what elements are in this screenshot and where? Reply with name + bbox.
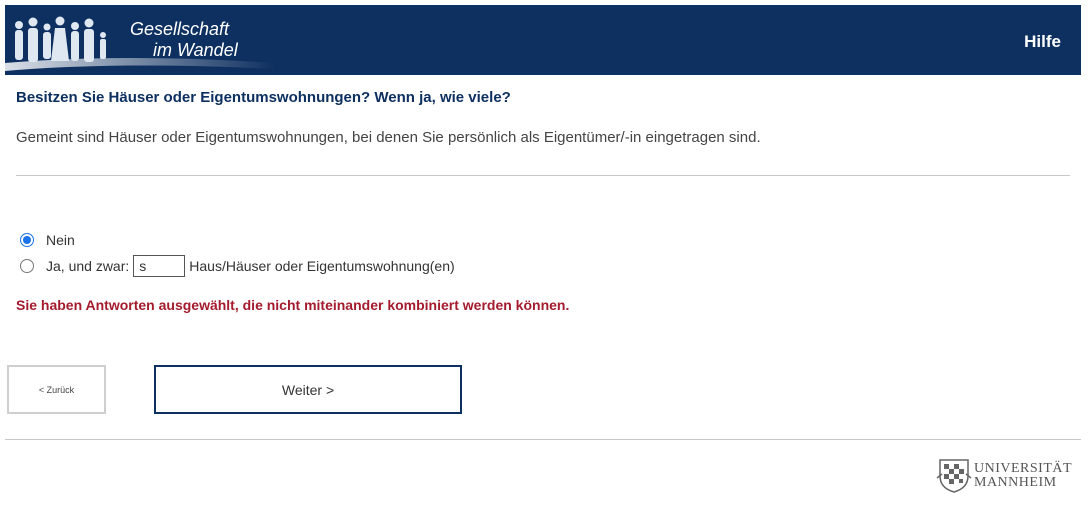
logo-line2: im Wandel [153,40,238,60]
university-logo: UNIVERSITÄT MANNHEIM [936,456,1082,496]
error-message: Sie haben Antworten ausgewählt, die nich… [16,297,570,313]
help-link[interactable]: Hilfe [1024,32,1061,52]
logo-title: Gesellschaft im Wandel [125,19,238,61]
university-name: UNIVERSITÄT MANNHEIM [974,462,1072,490]
university-seal-icon [936,459,972,493]
next-button[interactable]: Weiter > [154,365,462,414]
question-instruction: Gemeint sind Häuser oder Eigentumswohnun… [16,129,761,146]
option-ja-suffix: Haus/Häuser oder Eigentumswohnung(en) [189,258,455,274]
logo-line1: Gesellschaft [130,19,230,39]
university-line2: MANNHEIM [974,475,1057,490]
question-title: Besitzen Sie Häuser oder Eigentumswohnun… [16,89,511,106]
option-nein-label: Nein [46,232,75,248]
option-nein[interactable]: Nein [20,232,75,248]
divider [16,175,1070,176]
count-input[interactable] [133,255,186,277]
option-ja[interactable]: Ja, und zwar: Haus/Häuser oder Eigentums… [20,255,455,277]
radio-nein[interactable] [20,233,34,247]
header-banner: Gesellschaft im Wandel Hilfe [5,5,1081,75]
radio-ja[interactable] [20,259,34,273]
back-button[interactable]: < Zurück [7,365,106,414]
university-line1: UNIVERSITÄT [974,461,1073,476]
footer-divider [5,439,1081,440]
option-ja-label: Ja, und zwar: [46,258,130,274]
